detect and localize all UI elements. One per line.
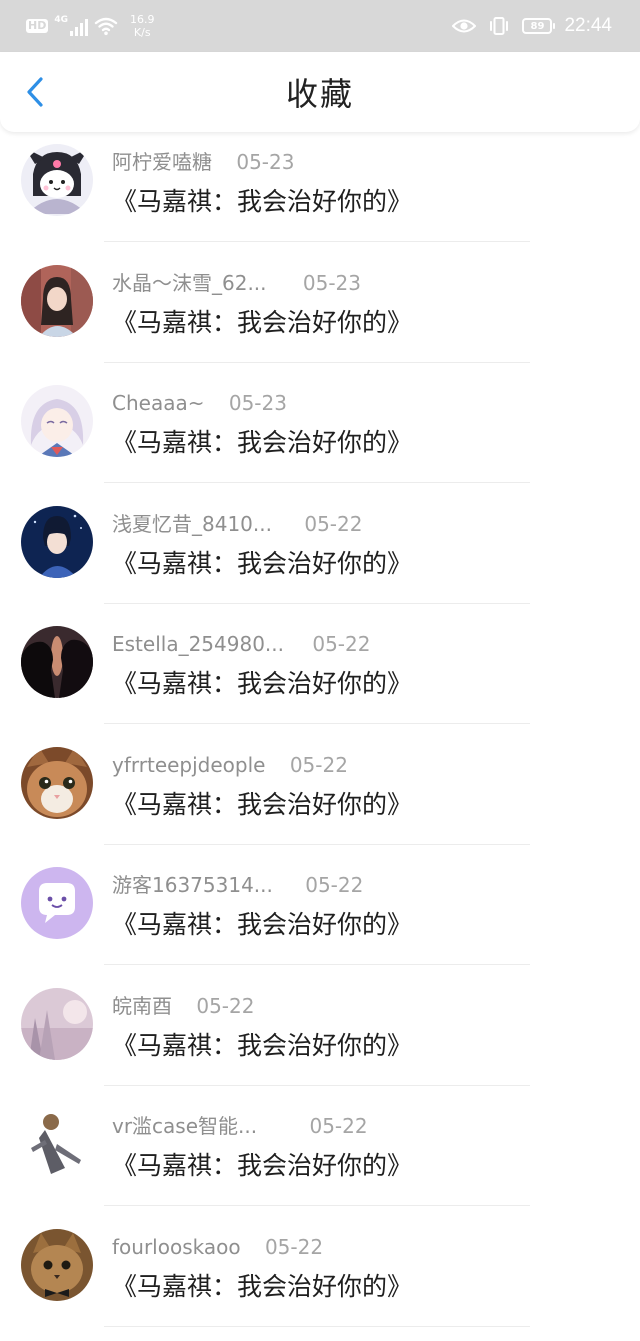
favorite-item[interactable]: 阿柠爱嗑糖 05-23 《马嘉祺：我会治好你的》 [0, 136, 640, 257]
favorite-item[interactable]: Cheaaa~ 05-23 《马嘉祺：我会治好你的》 [0, 377, 640, 498]
favorites-list: 阿柠爱嗑糖 05-23 《马嘉祺：我会治好你的》 水晶～沫雪_62... 05-… [0, 136, 640, 1341]
avatar [21, 1108, 93, 1180]
status-right: 89 22:44 [452, 10, 612, 42]
avatar [21, 265, 93, 337]
avatar [21, 506, 93, 578]
favorite-user[interactable]: fourlooskaoo [112, 1234, 241, 1260]
favorite-meta: Estella_254980... 05-22 [112, 631, 370, 657]
favorite-user[interactable]: 游客16375314... [112, 872, 273, 898]
avatar [21, 867, 93, 939]
divider [104, 1326, 530, 1327]
favorite-title[interactable]: 《马嘉祺：我会治好你的》 [112, 1030, 412, 1062]
hd-badge: HD [26, 19, 48, 33]
eye-icon [452, 18, 476, 34]
network-speed: 16.9 K/s [130, 13, 155, 39]
favorite-title[interactable]: 《马嘉祺：我会治好你的》 [112, 186, 412, 218]
status-left: HD 4G 16.9 K/s [26, 10, 155, 42]
nav-header: 收藏 [0, 52, 640, 132]
favorite-title[interactable]: 《马嘉祺：我会治好你的》 [112, 668, 412, 700]
favorite-title[interactable]: 《马嘉祺：我会治好你的》 [112, 427, 412, 459]
favorite-user[interactable]: yfrrteepjdeople [112, 752, 265, 778]
divider [104, 603, 530, 604]
favorite-user[interactable]: Estella_254980... [112, 631, 284, 657]
favorite-meta: 游客16375314... 05-22 [112, 872, 363, 898]
favorite-meta: 浅夏忆昔_8410... 05-22 [112, 511, 362, 537]
divider [104, 1205, 530, 1206]
avatar [21, 988, 93, 1060]
avatar [21, 144, 93, 216]
favorite-item[interactable]: vr滥case智能... 05-22 《马嘉祺：我会治好你的》 [0, 1100, 640, 1221]
favorite-user[interactable]: vr滥case智能... [112, 1113, 257, 1139]
favorite-meta: yfrrteepjdeople 05-22 [112, 752, 348, 778]
favorite-title[interactable]: 《马嘉祺：我会治好你的》 [112, 1271, 412, 1303]
favorite-date: 05-23 [229, 390, 287, 416]
favorite-title[interactable]: 《马嘉祺：我会治好你的》 [112, 548, 412, 580]
vibrate-icon [488, 16, 510, 36]
favorite-date: 05-22 [196, 993, 254, 1019]
favorite-meta: 阿柠爱嗑糖 05-23 [112, 149, 294, 175]
favorite-meta: fourlooskaoo 05-22 [112, 1234, 323, 1260]
clock: 22:44 [564, 15, 612, 37]
favorite-item[interactable]: 游客16375314... 05-22 《马嘉祺：我会治好你的》 [0, 859, 640, 980]
divider [104, 482, 530, 483]
avatar [21, 747, 93, 819]
favorite-date: 05-22 [265, 1234, 323, 1260]
favorite-item[interactable]: fourlooskaoo 05-22 《马嘉祺：我会治好你的》 [0, 1221, 640, 1341]
favorite-user[interactable]: Cheaaa~ [112, 390, 204, 416]
favorite-user[interactable]: 浅夏忆昔_8410... [112, 511, 272, 537]
avatar [21, 1229, 93, 1301]
page-title: 收藏 [0, 76, 640, 112]
wifi-icon [94, 16, 118, 36]
network-speed-value: 16.9 [130, 13, 155, 26]
divider [104, 362, 530, 363]
favorite-item[interactable]: 水晶～沫雪_62... 05-23 《马嘉祺：我会治好你的》 [0, 257, 640, 378]
network-speed-unit: K/s [134, 26, 151, 39]
favorite-item[interactable]: 浅夏忆昔_8410... 05-22 《马嘉祺：我会治好你的》 [0, 498, 640, 619]
signal-icon: 4G [54, 16, 88, 36]
favorite-date: 05-23 [236, 149, 294, 175]
favorite-meta: 水晶～沫雪_62... 05-23 [112, 270, 361, 296]
favorite-item[interactable]: Estella_254980... 05-22 《马嘉祺：我会治好你的》 [0, 618, 640, 739]
favorite-item[interactable]: 皖南酉 05-22 《马嘉祺：我会治好你的》 [0, 980, 640, 1101]
favorite-title[interactable]: 《马嘉祺：我会治好你的》 [112, 789, 412, 821]
divider [104, 723, 530, 724]
battery-level: 89 [530, 21, 544, 32]
divider [104, 844, 530, 845]
divider [104, 1085, 530, 1086]
favorite-meta: vr滥case智能... 05-22 [112, 1113, 368, 1139]
favorite-user[interactable]: 水晶～沫雪_62... [112, 270, 267, 296]
battery-icon: 89 [522, 18, 552, 34]
divider [104, 241, 530, 242]
favorite-item[interactable]: yfrrteepjdeople 05-22 《马嘉祺：我会治好你的》 [0, 739, 640, 860]
favorite-meta: Cheaaa~ 05-23 [112, 390, 287, 416]
favorite-user[interactable]: 皖南酉 [112, 993, 172, 1019]
divider [104, 964, 530, 965]
network-type: 4G [54, 16, 68, 25]
favorite-date: 05-22 [312, 631, 370, 657]
favorite-date: 05-23 [303, 270, 361, 296]
favorite-date: 05-22 [305, 872, 363, 898]
favorite-date: 05-22 [309, 1113, 367, 1139]
favorite-user[interactable]: 阿柠爱嗑糖 [112, 149, 212, 175]
status-bar: HD 4G 16.9 K/s 89 [0, 0, 640, 52]
favorite-date: 05-22 [290, 752, 348, 778]
favorite-date: 05-22 [304, 511, 362, 537]
favorite-title[interactable]: 《马嘉祺：我会治好你的》 [112, 909, 412, 941]
avatar [21, 626, 93, 698]
favorite-title[interactable]: 《马嘉祺：我会治好你的》 [112, 1150, 412, 1182]
avatar [21, 385, 93, 457]
favorite-meta: 皖南酉 05-22 [112, 993, 254, 1019]
favorite-title[interactable]: 《马嘉祺：我会治好你的》 [112, 307, 412, 339]
